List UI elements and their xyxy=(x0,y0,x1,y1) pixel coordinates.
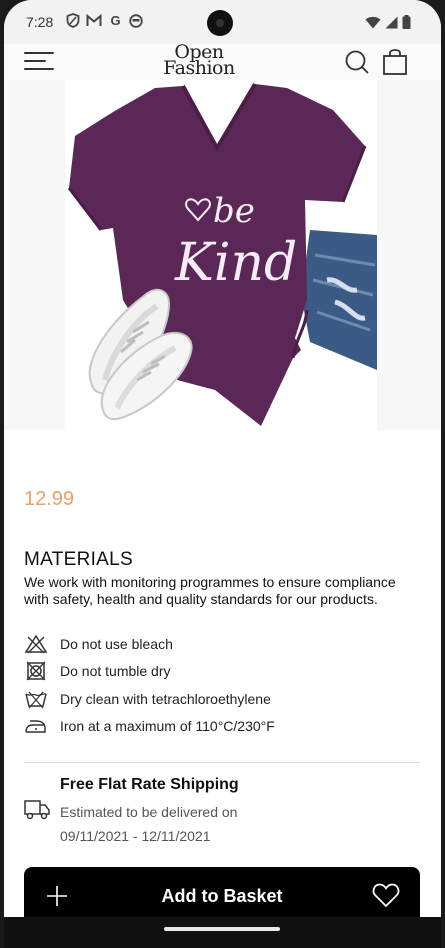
care-item-label: Do not use bleach xyxy=(60,635,173,652)
materials-heading: MATERIALS xyxy=(24,549,133,570)
section-divider xyxy=(24,762,420,763)
gmail-icon xyxy=(86,14,102,26)
product-price: 12.99 xyxy=(24,488,75,510)
no-tumble-dry-icon xyxy=(26,661,46,681)
materials-description: We work with monitoring programmes to en… xyxy=(24,574,396,607)
care-item: Do not use bleach xyxy=(24,630,424,658)
home-indicator[interactable] xyxy=(164,927,280,931)
status-bar: 7:28 G xyxy=(4,0,441,44)
care-item-label: Do not tumble dry xyxy=(60,663,171,680)
google-icon: G xyxy=(110,13,121,28)
search-icon[interactable] xyxy=(344,49,370,75)
product-image[interactable]: be Kind xyxy=(65,80,377,430)
shipping-title: Free Flat Rate Shipping xyxy=(60,776,239,793)
status-notification-icons: G xyxy=(66,13,143,28)
app-logo[interactable]: Open Fashion xyxy=(154,43,244,79)
care-item: Do not tumble dry xyxy=(24,658,424,686)
no-bleach-icon xyxy=(24,634,48,654)
signal-icon xyxy=(385,16,398,28)
shopping-bag-icon[interactable] xyxy=(382,48,408,76)
status-time: 7:28 xyxy=(26,14,54,30)
front-camera xyxy=(207,10,233,36)
battery-icon xyxy=(402,15,411,29)
care-item-label: Iron at a maximum of 110°C/230°F xyxy=(60,718,275,735)
app-header: Open Fashion xyxy=(4,43,441,80)
care-item: Dry clean with tetrachloroethylene xyxy=(24,685,424,713)
shirt-print-line-2: Kind xyxy=(174,233,297,293)
product-image-area: be Kind xyxy=(4,80,441,430)
add-to-basket-button[interactable]: Add to Basket xyxy=(24,886,420,907)
care-item: Iron at a maximum of 110°C/230°F xyxy=(24,713,424,741)
jeans-image xyxy=(301,230,377,370)
shipping-dates: 09/11/2021 - 12/11/2021 xyxy=(60,828,211,844)
status-system-icons xyxy=(365,15,411,29)
product-photo: be Kind xyxy=(67,82,377,426)
iron-icon xyxy=(25,720,46,733)
dry-clean-icon xyxy=(25,691,47,709)
phone-screen: 7:28 G Open Fashion be Kind 12.99 MATERI… xyxy=(4,0,441,948)
care-instructions-list: Do not use bleach Do not tumble dry Dry … xyxy=(24,630,424,740)
logo-line-2: Fashion xyxy=(163,57,235,79)
care-item-label: Dry clean with tetrachloroethylene xyxy=(60,690,271,707)
face-icon xyxy=(129,13,143,28)
truck-icon xyxy=(24,800,50,820)
navigation-bar xyxy=(4,917,441,948)
wifi-icon xyxy=(365,16,381,28)
shirt-print-line-1: be xyxy=(213,191,255,231)
menu-icon[interactable] xyxy=(24,52,54,72)
shipping-subtitle: Estimated to be delivered on xyxy=(60,804,238,820)
heart-icon[interactable] xyxy=(372,882,400,908)
shield-icon xyxy=(66,13,80,28)
